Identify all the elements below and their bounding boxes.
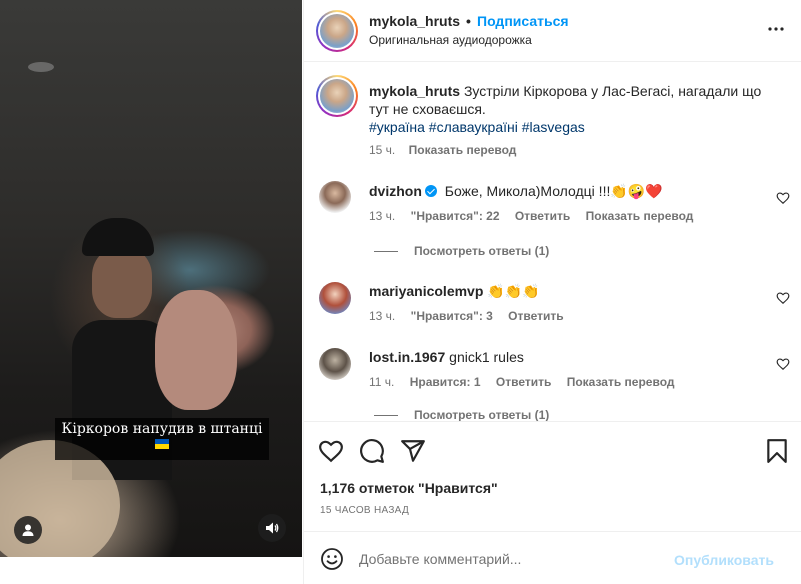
- video-subtitle-text: Кіркоров напудив в штанці: [61, 421, 263, 437]
- comment-time: 13 ч.: [369, 209, 396, 223]
- comment-time: 11 ч.: [369, 375, 395, 389]
- comment-icon[interactable]: [359, 438, 385, 464]
- author-avatar[interactable]: [316, 10, 358, 52]
- heart-icon[interactable]: [318, 438, 344, 464]
- user-icon: [22, 524, 34, 536]
- comment-time: 13 ч.: [369, 309, 396, 323]
- caption-meta: 15 ч. Показать перевод: [369, 143, 516, 157]
- header-separator: •: [466, 13, 471, 29]
- comment-avatar[interactable]: [319, 282, 351, 314]
- ukraine-flag-icon: [155, 439, 169, 449]
- video-subtitle: Кіркоров напудив в штанці: [55, 418, 269, 460]
- view-replies-button[interactable]: Посмотреть ответы (1): [374, 408, 549, 421]
- comment-avatar[interactable]: [319, 348, 351, 380]
- add-comment-bar: Опубликовать: [304, 531, 801, 584]
- audio-track-link[interactable]: Оригинальная аудиодорожка: [369, 33, 532, 47]
- ceiling-light: [28, 62, 54, 72]
- audio-toggle-button[interactable]: [258, 514, 286, 542]
- comment-input[interactable]: [359, 546, 659, 572]
- comment-avatar[interactable]: [319, 181, 351, 213]
- author-username[interactable]: mykola_hruts: [369, 13, 460, 29]
- comment-username[interactable]: lost.in.1967: [369, 349, 445, 365]
- replies-divider: [374, 415, 398, 417]
- caption-translate-button[interactable]: Показать перевод: [409, 143, 517, 157]
- comment-likes[interactable]: "Нравится": 22: [411, 209, 500, 223]
- tagged-users-button[interactable]: [14, 516, 42, 544]
- comment-reply-button[interactable]: Ответить: [508, 309, 563, 323]
- post-caption: mykola_hruts Зустріли Кіркорова у Лас-Ве…: [369, 82, 769, 136]
- likes-count[interactable]: 1,176 отметок "Нравится": [320, 480, 498, 496]
- person-face: [92, 248, 152, 318]
- post-sidebar: mykola_hruts • Подписаться Оригинальная …: [303, 0, 801, 584]
- caption-hashtags[interactable]: #україна #славаукраїні #lasvegas: [369, 119, 585, 135]
- comment-likes[interactable]: Нравится: 1: [410, 375, 481, 389]
- caption-username[interactable]: mykola_hruts: [369, 83, 460, 99]
- comment-username[interactable]: dvizhon: [369, 183, 422, 199]
- follow-button[interactable]: Подписаться: [477, 13, 569, 29]
- comment-text: Боже, Микола)Молодці !!!👏🤪❤️: [444, 183, 663, 199]
- comment-reply-button[interactable]: Ответить: [496, 375, 551, 389]
- comment-translate-button[interactable]: Показать перевод: [567, 375, 675, 389]
- heart-icon[interactable]: [776, 191, 790, 205]
- bookmark-icon[interactable]: [764, 438, 790, 464]
- comment-text: gnick1 rules: [449, 349, 524, 365]
- view-replies-button[interactable]: Посмотреть ответы (1): [374, 244, 549, 258]
- caption-time: 15 ч.: [369, 143, 396, 157]
- comment-username[interactable]: mariyanicolemvp: [369, 283, 483, 299]
- emoji-icon[interactable]: [320, 547, 344, 571]
- share-icon[interactable]: [400, 438, 426, 464]
- heart-icon[interactable]: [776, 291, 790, 305]
- video-bottom-strip: [0, 557, 302, 584]
- comments-scroll-area[interactable]: mykola_hruts Зустріли Кіркорова у Лас-Ве…: [304, 63, 801, 421]
- replies-divider: [374, 251, 398, 253]
- post-date: 15 ЧАСОВ НАЗАД: [320, 505, 410, 516]
- post-header: mykola_hruts • Подписаться Оригинальная …: [304, 0, 801, 62]
- caption-author-avatar[interactable]: [316, 75, 358, 117]
- verified-badge-icon: [424, 185, 437, 197]
- speaker-icon: [266, 522, 279, 534]
- view-replies-label: Посмотреть ответы (1): [414, 408, 550, 421]
- view-replies-label: Посмотреть ответы (1): [414, 244, 550, 258]
- person-face-foreground: [155, 290, 237, 410]
- post-video[interactable]: Кіркоров напудив в штанці: [0, 0, 302, 557]
- comment-reply-button[interactable]: Ответить: [515, 209, 570, 223]
- comment-likes[interactable]: "Нравится": 3: [411, 309, 493, 323]
- more-horizontal-icon[interactable]: [766, 22, 786, 36]
- comment-translate-button[interactable]: Показать перевод: [586, 209, 694, 223]
- post-actions: 1,176 отметок "Нравится" 15 ЧАСОВ НАЗАД: [304, 421, 801, 531]
- comment-text: 👏👏👏: [487, 283, 540, 299]
- heart-icon[interactable]: [776, 357, 790, 371]
- publish-button[interactable]: Опубликовать: [674, 552, 774, 568]
